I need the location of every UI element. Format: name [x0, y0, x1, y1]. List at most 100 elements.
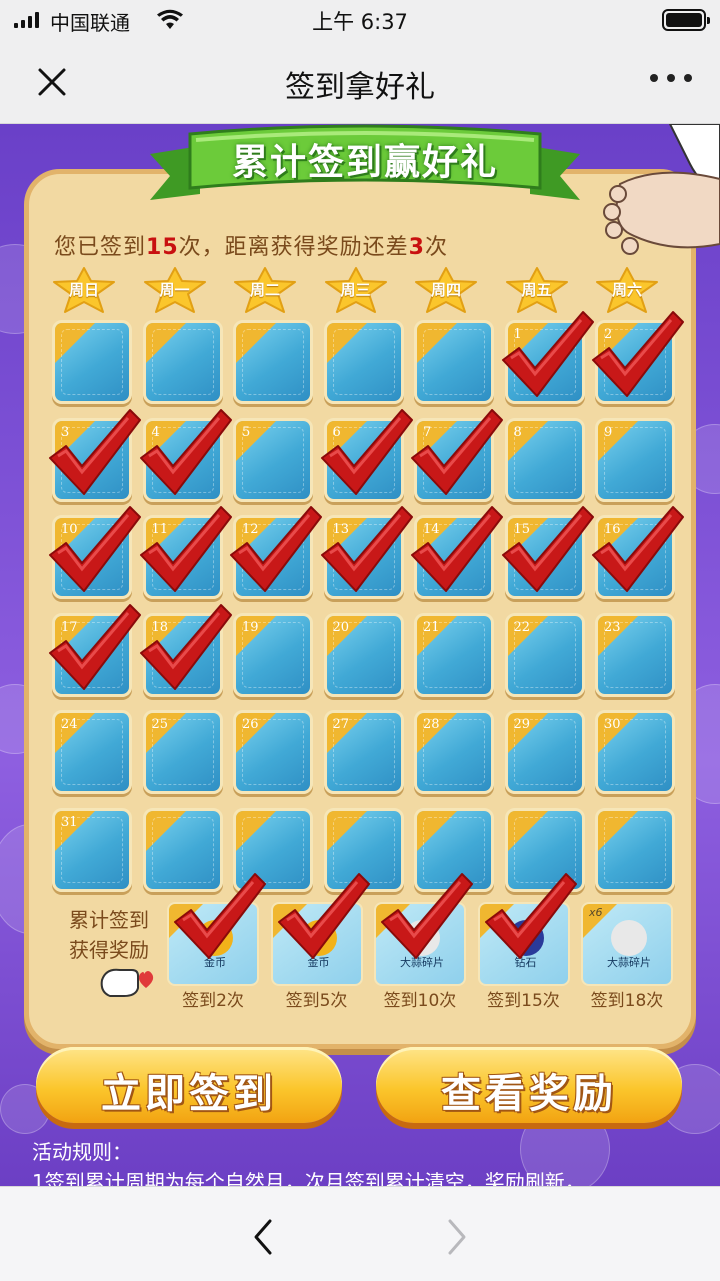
weekday-label: 周日: [68, 281, 99, 299]
day-number: 26: [242, 717, 259, 732]
calendar-day-cell[interactable]: 26: [233, 710, 313, 794]
day-number: 19: [242, 619, 259, 635]
calendar-day-cell[interactable]: 12: [233, 515, 313, 599]
calendar-day-cell[interactable]: 23: [595, 612, 675, 697]
day-number: 18: [151, 619, 169, 635]
calendar-day-cell[interactable]: [142, 320, 223, 404]
calendar-day-cell[interactable]: 20: [323, 612, 404, 697]
calendar-day-cell[interactable]: 16: [595, 515, 675, 599]
day-number: 11: [151, 522, 169, 537]
calendar-day-cell[interactable]: 6: [323, 417, 404, 502]
calendar-day-cell[interactable]: [595, 807, 675, 892]
forward-arrow-icon[interactable]: [444, 1217, 470, 1257]
reward-card[interactable]: 大蒜碎片: [374, 902, 466, 986]
calendar-day-cell[interactable]: 9: [595, 417, 675, 502]
weekday-star: 周五: [503, 266, 571, 314]
reward-item-image: [507, 920, 544, 956]
reward-item-name: 钻石: [514, 956, 537, 969]
calendar-day-cell[interactable]: [323, 807, 404, 892]
calendar-day-cell[interactable]: 25: [142, 710, 223, 794]
day-number: 2: [604, 327, 613, 342]
reward-item-image: [404, 920, 440, 956]
calendar-day-cell[interactable]: 11: [142, 515, 223, 599]
day-number: 14: [423, 522, 440, 537]
calendar-day-cell[interactable]: 18: [142, 612, 223, 697]
calendar-day-cell[interactable]: [233, 320, 313, 404]
calendar-day-cell[interactable]: [323, 320, 404, 404]
calendar-day-cell[interactable]: 2: [595, 320, 675, 404]
browser-toolbar: [0, 1186, 720, 1281]
calendar-day-cell[interactable]: 19: [233, 612, 313, 697]
weekday-star: 周一: [141, 266, 209, 314]
calendar-day-cell[interactable]: 31: [52, 807, 132, 892]
status-bar: 中国联通 上午 6:37: [0, 0, 720, 40]
calendar-day-cell[interactable]: [142, 807, 223, 892]
rules-title: 活动规则：: [32, 1140, 132, 1164]
calendar-day-cell[interactable]: 3: [52, 417, 132, 502]
reward-section-label: 累计签到 获得奖励: [69, 908, 149, 962]
nav-bar: 签到拿好礼: [0, 40, 720, 124]
more-icon[interactable]: [650, 74, 692, 82]
day-number: 6: [332, 424, 341, 440]
weekday-star: 周三: [322, 266, 390, 314]
checkin-button[interactable]: 立即签到: [36, 1047, 342, 1123]
calendar-day-cell[interactable]: 27: [323, 710, 404, 794]
calendar-day-cell[interactable]: 13: [323, 515, 404, 599]
day-number: 9: [604, 424, 613, 440]
calendar-day-cell[interactable]: 30: [595, 710, 675, 794]
calendar-day-cell[interactable]: 29: [504, 710, 585, 794]
calendar-grid: 1 2 3 4 5 6 7 8 9 10 11 12 13 14 15 16 17 18 19 20 21 22 23 24 2…: [48, 311, 684, 900]
day-number: 10: [61, 522, 78, 537]
calendar-day-cell[interactable]: 24: [52, 710, 132, 794]
calendar-day-cell[interactable]: 15: [504, 515, 585, 599]
day-number: 28: [423, 717, 440, 732]
reward-card[interactable]: 金币: [270, 902, 363, 986]
calendar-day-cell[interactable]: 10: [52, 515, 132, 599]
heart-hand-icon: [100, 968, 154, 997]
calendar-day-cell[interactable]: 17: [52, 612, 132, 697]
checkin-progress-text: 您已签到15次，距离获得奖励还差3次: [54, 235, 448, 260]
day-number: 23: [604, 619, 621, 635]
calendar-day-cell[interactable]: [414, 807, 494, 892]
day-number: 22: [513, 619, 531, 635]
calendar-day-cell[interactable]: 28: [414, 710, 494, 794]
calendar-day-cell[interactable]: 4: [142, 417, 223, 502]
day-number: 3: [61, 424, 70, 440]
day-number: 20: [332, 619, 350, 635]
view-rewards-button[interactable]: 查看奖励: [376, 1047, 682, 1123]
calendar-day-cell[interactable]: [414, 320, 494, 404]
weekday-label: 周五: [521, 281, 552, 299]
weekday-label: 周四: [430, 281, 461, 299]
day-number: 5: [242, 424, 251, 440]
calendar-day-cell[interactable]: 7: [414, 417, 494, 502]
reward-requirement: 签到2次: [182, 991, 244, 1011]
calendar-day-cell[interactable]: [504, 807, 585, 892]
reward-card[interactable]: 金币: [167, 902, 259, 986]
day-number: 21: [423, 619, 440, 635]
reward-card[interactable]: x6 大蒜碎片: [581, 902, 673, 986]
day-number: 12: [242, 522, 259, 537]
weekday-star: 周日: [50, 266, 118, 314]
weekday-star: 周六: [593, 266, 661, 314]
reward-requirement: 签到15次: [487, 991, 560, 1011]
back-arrow-icon[interactable]: [250, 1217, 276, 1257]
weekday-star: 周四: [412, 266, 480, 314]
calendar-day-cell[interactable]: [233, 807, 313, 892]
day-number: 16: [604, 522, 621, 537]
day-number: 29: [513, 717, 531, 732]
calendar-day-cell[interactable]: 5: [233, 417, 313, 502]
mascot-hand-illustration: [603, 124, 720, 255]
calendar-day-cell[interactable]: 1: [504, 320, 585, 404]
calendar-day-cell[interactable]: 8: [504, 417, 585, 502]
calendar-day-cell[interactable]: [52, 320, 132, 404]
calendar-day-cell[interactable]: 22: [504, 612, 585, 697]
day-number: 15: [513, 522, 531, 537]
day-number: 30: [604, 717, 621, 732]
calendar-day-cell[interactable]: 21: [414, 612, 494, 697]
reward-card[interactable]: 钻石: [477, 902, 570, 986]
banner-title: 累计签到赢好礼: [231, 142, 498, 183]
signed-count: 15: [146, 235, 179, 260]
reward-requirement: 签到5次: [285, 991, 348, 1011]
calendar-day-cell[interactable]: 14: [414, 515, 494, 599]
reward-quantity: x6: [589, 906, 603, 919]
